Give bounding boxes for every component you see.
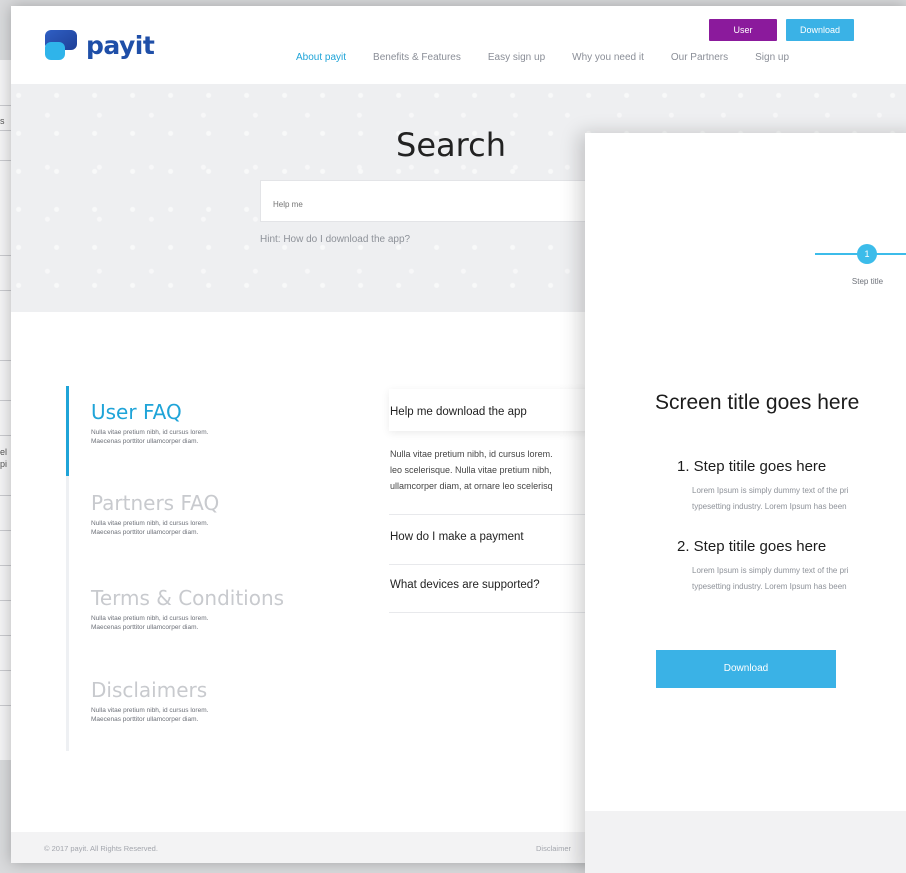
download-steps-panel: 1 Step title Screen title goes here 1. S… (585, 133, 906, 873)
faq-category-user[interactable]: User FAQ Nulla vitae pretium nibh, id cu… (91, 400, 261, 446)
user-button[interactable]: User (709, 19, 777, 41)
step-desc: Lorem Ipsum is simply dummy text of the … (692, 483, 849, 515)
search-hint: Hint: How do I download the app? (260, 234, 411, 245)
faq-category-title: Partners FAQ (91, 491, 220, 515)
answer-line: leo scelerisque. Nulla vitae pretium nib… (390, 465, 552, 475)
faq-question-devices[interactable]: What devices are supported? (389, 572, 604, 613)
divider (389, 514, 604, 515)
desc-line: Nulla vitae pretium nibh, id cursus lore… (91, 707, 209, 714)
faq-category-terms[interactable]: Terms & Conditions Nulla vitae pretium n… (91, 586, 284, 632)
faq-rail-active-indicator (66, 386, 69, 476)
faq-category-disclaimers[interactable]: Disclaimers Nulla vitae pretium nibh, id… (91, 678, 261, 724)
step-label: Step title (851, 277, 884, 286)
download-button[interactable]: Download (656, 650, 836, 688)
faq-category-desc: Nulla vitae pretium nibh, id cursus lore… (91, 614, 261, 632)
step-desc-line: typesetting industry. Lorem Ipsum has be… (692, 582, 847, 591)
faq-category-title: Disclaimers (91, 678, 208, 702)
nav-item-why[interactable]: Why you need it (572, 52, 644, 63)
nav-item-easy-sign-up[interactable]: Easy sign up (488, 52, 545, 63)
faq-category-partners[interactable]: Partners FAQ Nulla vitae pretium nibh, i… (91, 491, 261, 537)
screen-title: Screen title goes here (655, 391, 860, 414)
main-nav: About payit Benefits & Features Easy sig… (296, 52, 816, 63)
copyright: © 2017 payit. All Rights Reserved. (44, 844, 158, 853)
faq-category-desc: Nulla vitae pretium nibh, id cursus lore… (91, 428, 261, 446)
desc-line: Maecenas porttitor ullamcorper diam. (91, 438, 199, 445)
faq-question-payment[interactable]: How do I make a payment (389, 524, 604, 565)
sheet-text: s (0, 116, 5, 126)
footer-disclaimer-link[interactable]: Disclaimer (536, 844, 571, 853)
step-desc: Lorem Ipsum is simply dummy text of the … (692, 563, 849, 595)
sheet-text: pi (0, 459, 8, 469)
desc-line: Nulla vitae pretium nibh, id cursus lore… (91, 429, 209, 436)
search-box[interactable] (260, 180, 602, 222)
step-desc-line: typesetting industry. Lorem Ipsum has be… (692, 502, 847, 511)
faq-answer: Nulla vitae pretium nibh, id cursus lore… (390, 446, 600, 494)
desc-line: Maecenas porttitor ullamcorper diam. (91, 624, 199, 631)
step-desc-line: Lorem Ipsum is simply dummy text of the … (692, 486, 849, 495)
answer-line: Nulla vitae pretium nibh, id cursus lore… (390, 449, 553, 459)
nav-item-partners[interactable]: Our Partners (671, 52, 728, 63)
nav-item-about[interactable]: About payit (296, 52, 346, 63)
step-title: 1. Step titile goes here (677, 458, 827, 475)
desc-line: Nulla vitae pretium nibh, id cursus lore… (91, 615, 209, 622)
panel-footer (585, 811, 906, 873)
faq-category-desc: Nulla vitae pretium nibh, id cursus lore… (91, 519, 261, 537)
faq-question-text: What devices are supported? (390, 579, 540, 591)
answer-line: ullamcorper diam, at ornare leo sceleris… (390, 481, 553, 491)
download-top-button[interactable]: Download (786, 19, 854, 41)
faq-question-download[interactable]: Help me download the app (389, 389, 604, 431)
faq-question-text: How do I make a payment (390, 531, 524, 543)
step-title: 2. Step titile goes here (677, 538, 827, 555)
faq-category-title: Terms & Conditions (91, 586, 285, 610)
nav-item-sign-up[interactable]: Sign up (755, 52, 789, 63)
desc-line: Maecenas porttitor ullamcorper diam. (91, 716, 199, 723)
faq-category-title: User FAQ (91, 400, 182, 424)
sheet-text: el (0, 447, 8, 457)
desc-line: Nulla vitae pretium nibh, id cursus lore… (91, 520, 209, 527)
step-desc-line: Lorem Ipsum is simply dummy text of the … (692, 566, 849, 575)
search-input[interactable] (271, 199, 575, 210)
nav-item-benefits[interactable]: Benefits & Features (373, 52, 461, 63)
faq-category-desc: Nulla vitae pretium nibh, id cursus lore… (91, 706, 261, 724)
step-indicator[interactable]: 1 (857, 244, 877, 264)
logo-icon (44, 28, 78, 62)
faq-question-text: Help me download the app (390, 406, 527, 418)
logo[interactable]: payit (44, 28, 155, 62)
desc-line: Maecenas porttitor ullamcorper diam. (91, 529, 199, 536)
brand-name: payit (86, 30, 155, 60)
